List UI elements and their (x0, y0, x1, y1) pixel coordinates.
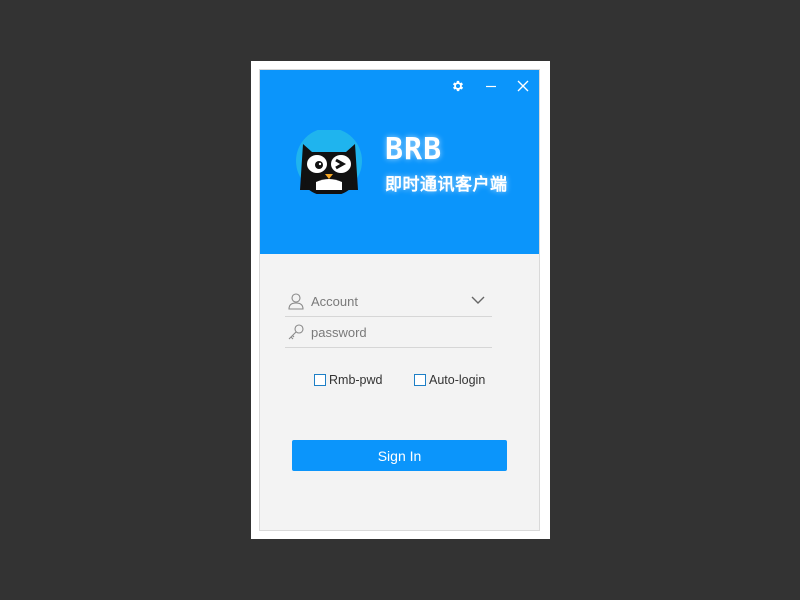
checkbox-box[interactable] (414, 374, 426, 386)
header-banner: BRB 即时通讯客户端 (260, 70, 539, 254)
remember-password-checkbox[interactable]: Rmb-pwd (314, 373, 383, 387)
minimize-button[interactable] (480, 76, 502, 96)
login-window: BRB 即时通讯客户端 Rmb-pwd Aut (259, 69, 540, 531)
password-field (285, 317, 492, 348)
brand-name: BRB (385, 132, 443, 167)
minimize-icon (486, 85, 496, 88)
auto-login-label: Auto-login (429, 373, 486, 387)
close-button[interactable] (512, 76, 534, 96)
account-field (285, 286, 492, 317)
account-input[interactable] (311, 290, 471, 312)
key-icon (288, 324, 304, 340)
window-frame: BRB 即时通讯客户端 Rmb-pwd Aut (251, 61, 550, 539)
gear-icon (452, 80, 464, 92)
close-icon (517, 80, 529, 92)
remember-password-label: Rmb-pwd (329, 373, 383, 387)
chevron-down-icon[interactable] (469, 292, 487, 308)
auto-login-checkbox[interactable]: Auto-login (414, 373, 485, 387)
owl-logo-icon (290, 128, 368, 196)
sign-in-button[interactable]: Sign In (292, 440, 507, 471)
settings-button[interactable] (447, 76, 469, 96)
password-input[interactable] (311, 321, 471, 343)
brand-subtitle: 即时通讯客户端 (385, 175, 508, 195)
checkbox-box[interactable] (314, 374, 326, 386)
user-icon (288, 293, 304, 310)
